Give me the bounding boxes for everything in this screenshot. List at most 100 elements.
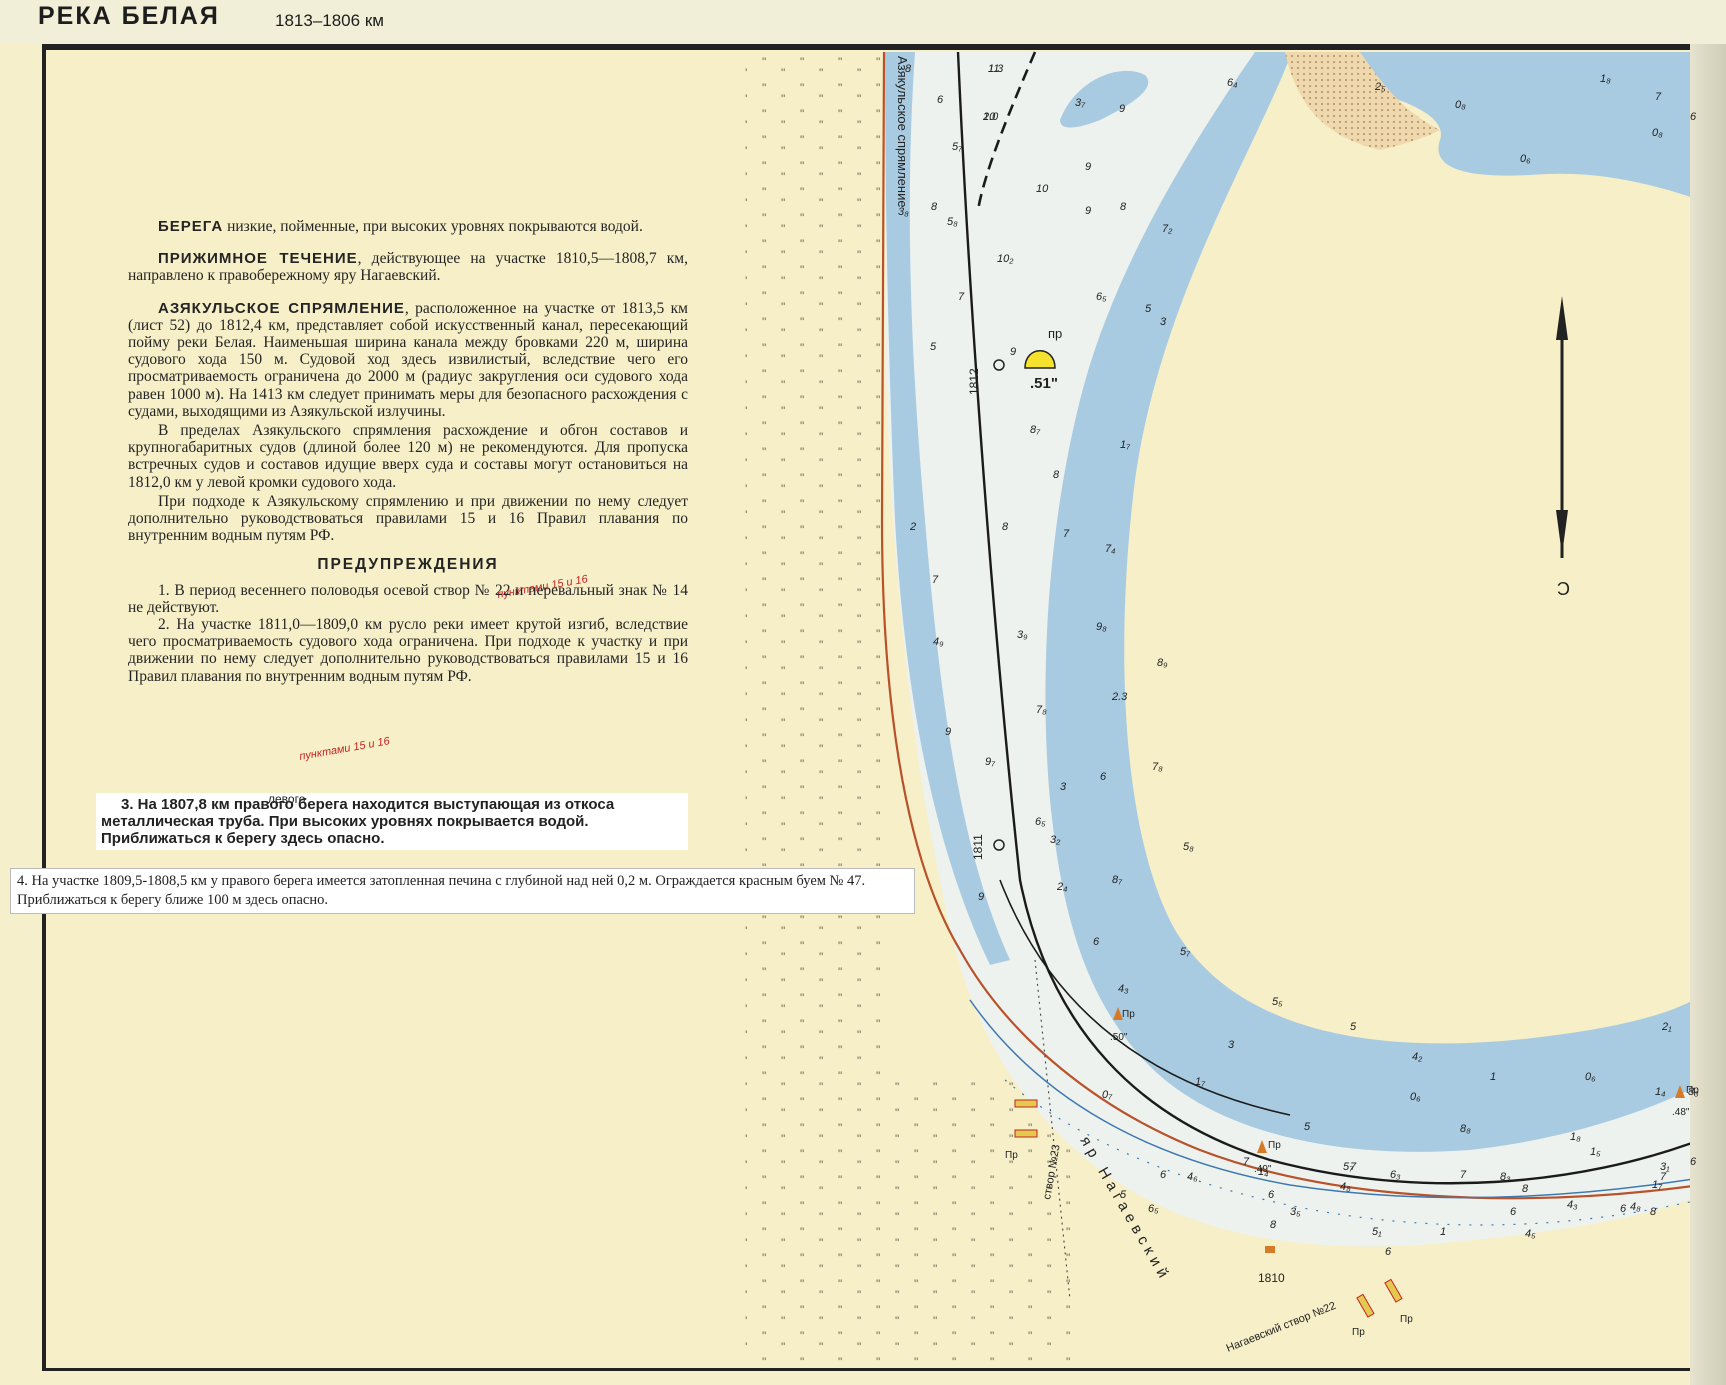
handwritten-correction-2: пунктами 15 и 16 — [298, 735, 391, 763]
channel-name: Азякульское спрямление — [895, 56, 910, 208]
depth-sounding: 3 — [1228, 1039, 1235, 1051]
depth-sounding: 8 — [1002, 521, 1009, 533]
depth-sounding: 1 — [1440, 1226, 1446, 1238]
note-berega: БЕРЕГА низкие, пойменные, при высоких ур… — [128, 218, 688, 235]
warning-4-pasted: 4. На участке 1809,5-1808,5 км у правого… — [10, 868, 915, 914]
range-22-signs: Пр Пр — [1352, 1278, 1413, 1338]
depth-sounding: 3₉ — [1017, 629, 1028, 641]
depth-sounding: 7 — [1655, 91, 1662, 103]
depth-sounding: 8 — [1522, 1183, 1529, 1195]
depth-sounding: 8₇ — [1030, 424, 1041, 436]
depth-sounding: 7 — [958, 291, 965, 303]
depth-sounding: 6 — [1690, 111, 1697, 123]
range-22-label: Нагаевский створ №22 — [1225, 1300, 1338, 1355]
buoy-label: .48" — [1672, 1107, 1690, 1118]
depth-sounding: 6 — [1620, 1203, 1627, 1215]
depth-sounding: 8 — [1120, 201, 1127, 213]
depth-sounding: 3 — [1060, 781, 1067, 793]
km-post-1810: 1810 — [1258, 1246, 1285, 1285]
warning-3-line: металлическая труба. При высоких уровнях… — [101, 813, 589, 830]
depth-sounding: 0₇ — [1102, 1089, 1113, 1101]
depth-sounding: 7 — [1243, 1156, 1250, 1168]
warning-item: 1. В период весеннего половодья осевой с… — [128, 581, 688, 616]
depth-sounding: 8 — [905, 63, 912, 75]
depth-sounding: 6 — [1690, 1156, 1697, 1168]
floodplain-meadow — [745, 50, 885, 1368]
depth-sounding: 3₇ — [1075, 97, 1086, 109]
depth-sounding: 4₆ — [1187, 1171, 1198, 1183]
depth-sounding: 2.0 — [982, 111, 999, 123]
depth-sounding: 5₇ — [1180, 946, 1191, 958]
note-text: , расположенное на участке от 1813,5 км … — [128, 299, 688, 420]
depth-sounding: 10₂ — [997, 253, 1014, 265]
depth-sounding: 6₃ — [1390, 1169, 1401, 1181]
river-map: " " Азякульское спрямление яр Нагаевский… — [298, 50, 1699, 1368]
north-arrow: С — [1556, 296, 1570, 598]
buoy-label: .50" — [1110, 1032, 1128, 1043]
depth-sounding: 1₅ — [1590, 1146, 1601, 1158]
depth-sounding: 10 — [1036, 183, 1049, 195]
depth-sounding: 1₇ — [1195, 1076, 1206, 1088]
depth-sounding: 5₅ — [1272, 996, 1283, 1008]
note-azyakul: АЗЯКУЛЬСКОЕ СПРЯМЛЕНИЕ, расположенное на… — [128, 300, 688, 420]
depth-sounding: 4₈ — [1630, 1201, 1641, 1213]
depth-sounding: 6 — [1093, 936, 1100, 948]
depth-sounding: 8 — [1270, 1219, 1277, 1231]
depth-sounding: 4₉ — [933, 636, 944, 648]
depth-sounding: 5 — [1145, 303, 1152, 315]
depth-sounding: 0₈ — [1455, 99, 1466, 111]
depth-sounding: 4₅ — [1525, 1228, 1536, 1240]
depth-sounding: 6₅ — [1035, 816, 1046, 828]
depth-sounding: 6 — [1510, 1206, 1517, 1218]
depth-sounding: 8₇ — [1112, 874, 1123, 886]
north-letter: С — [1557, 578, 1570, 598]
depth-sounding: 8 — [931, 201, 938, 213]
pr-label: Пр — [1122, 1009, 1135, 1020]
depth-sounding: 1₄ — [1258, 1166, 1269, 1178]
depth-sounding: 6₅ — [1096, 291, 1107, 303]
depth-sounding: 9₇ — [985, 756, 996, 768]
note-lead: ПРИЖИМНОЕ ТЕЧЕНИЕ — [158, 250, 358, 268]
depth-sounding: 9 — [1085, 205, 1091, 217]
warnings-list: 1. В период весеннего половодья осевой с… — [128, 582, 688, 685]
depth-sounding: 9 — [1010, 346, 1016, 358]
pr-label: Пр — [1268, 1140, 1281, 1151]
depth-sounding: 7 — [1350, 1161, 1357, 1173]
depth-sounding: 9 — [945, 726, 951, 738]
warning-3-line: Приближаться к берегу здесь опасно. — [101, 830, 385, 847]
depth-sounding: 7 — [1063, 528, 1070, 540]
note-text: низкие, пойменные, при высоких уровнях п… — [223, 218, 643, 235]
note-azyakul-p2: В пределах Азякульского спрямления расхо… — [128, 422, 688, 491]
depth-sounding: 9 — [1085, 161, 1091, 173]
depth-sounding: 5 — [930, 341, 937, 353]
depth-sounding: 5 — [1304, 1121, 1311, 1133]
depth-sounding: 5 — [1120, 1189, 1127, 1201]
depth-sounding: 4₃ — [1567, 1199, 1578, 1211]
depth-sounding: 8 — [1650, 1206, 1657, 1218]
note-lead: АЗЯКУЛЬСКОЕ СПРЯМЛЕНИЕ — [158, 299, 405, 317]
depth-sounding: 5₇ — [952, 141, 963, 153]
depth-sounding: 6 — [1385, 1246, 1392, 1258]
depth-sounding: 4₈ — [1340, 1181, 1351, 1193]
depth-sounding: 7₈ — [1152, 761, 1163, 773]
depth-sounding: 2₄ — [1056, 881, 1068, 893]
depth-sounding: 5₁ — [1372, 1226, 1382, 1238]
pr-label: Пр — [1352, 1327, 1365, 1338]
depth-sounding: 2 — [909, 521, 916, 533]
depth-sounding: 1₈ — [1600, 73, 1611, 85]
pr-label: Пр — [1400, 1314, 1413, 1325]
depth-sounding: 1₈ — [1570, 1131, 1581, 1143]
warning-3-correction: левого — [268, 792, 306, 806]
depth-sounding: 7₈ — [1036, 704, 1047, 716]
km-post-label: 1810 — [1258, 1271, 1285, 1285]
warning-3-pasted: 3. На 1807,8 км правого берега находится… — [96, 793, 688, 850]
depth-sounding: 2₁ — [1661, 1021, 1672, 1033]
depth-sounding: 3 — [1160, 316, 1167, 328]
depth-sounding: 1 — [1490, 1071, 1496, 1083]
depth-sounding: 3₂ — [1050, 834, 1061, 846]
depth-sounding: 6 — [1160, 1169, 1167, 1181]
depth-sounding: 8₉ — [1157, 657, 1168, 669]
depth-sounding: 8₈ — [1460, 1123, 1471, 1135]
depth-sounding: 4₃ — [1118, 983, 1129, 995]
warning-item: 2. На участке 1811,0—1809,0 км русло рек… — [128, 616, 688, 685]
